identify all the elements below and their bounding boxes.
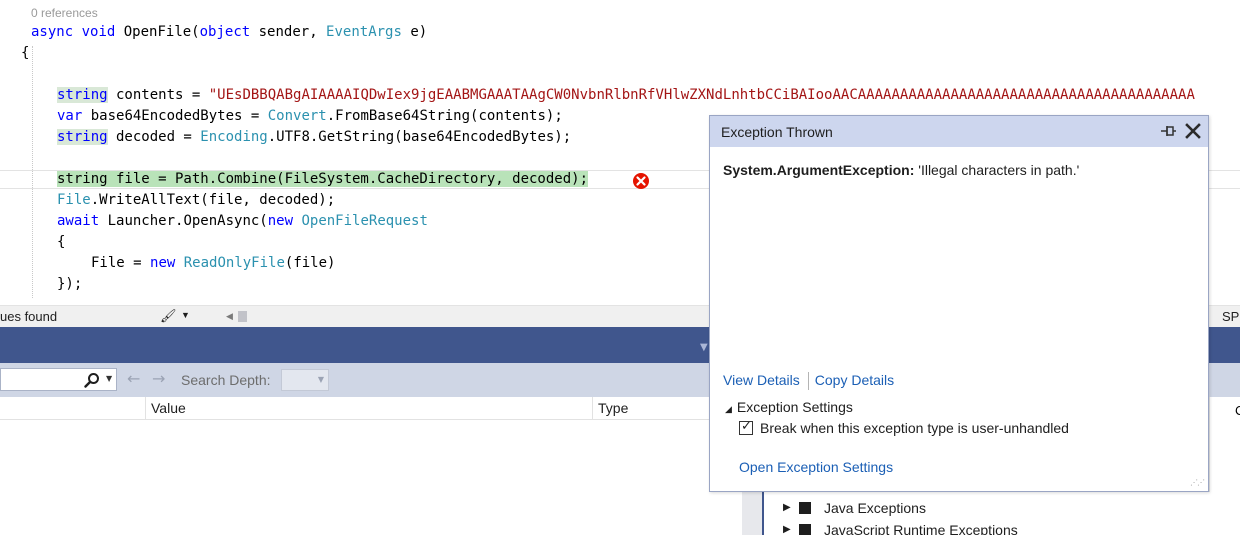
exception-settings-list: ▶ Java Exceptions ▶ JavaScript Runtime E…: [742, 492, 1210, 535]
codelens-references[interactable]: 0 references: [31, 6, 98, 20]
chevron-down-icon: ▼: [317, 375, 324, 384]
column-header-type[interactable]: Type: [598, 400, 628, 416]
link-separator: [807, 372, 809, 391]
exception-text: 'Illegal characters in path.': [914, 162, 1080, 178]
checkmark-icon: ✓: [741, 418, 752, 433]
break-when-unhandled-option[interactable]: ✓ Break when this exception type is user-…: [739, 418, 1069, 436]
expand-triangle-icon[interactable]: ▶: [783, 502, 791, 513]
search-depth-select[interactable]: ▼: [281, 369, 329, 391]
code-line-contents: string contents = "UEsDBBQABgAIAAAAIQDwI…: [57, 87, 1195, 103]
locals-grid-body[interactable]: [0, 420, 740, 535]
search-icon[interactable]: [84, 372, 100, 388]
collapse-triangle-icon[interactable]: ◢: [725, 404, 732, 414]
search-depth-label: Search Depth:: [181, 372, 271, 388]
current-statement: string file = Path.Combine(FileSystem.Ca…: [57, 171, 589, 187]
code-line-base64: var base64EncodedBytes = Convert.FromBas…: [57, 108, 563, 124]
error-icon[interactable]: [632, 172, 650, 190]
horizontal-scroll-thumb[interactable]: [238, 311, 247, 322]
list-item[interactable]: ▶ JavaScript Runtime Exceptions: [742, 520, 1210, 535]
checkbox-indeterminate[interactable]: [799, 524, 811, 535]
exception-settings-header[interactable]: ◢ Exception Settings: [725, 399, 853, 415]
close-icon[interactable]: [1185, 123, 1201, 139]
list-item[interactable]: ▶ Java Exceptions: [742, 498, 1210, 520]
open-exception-settings-link[interactable]: Open Exception Settings: [739, 459, 893, 475]
back-arrow-icon[interactable]: ←: [127, 369, 140, 388]
visual-studio-window: 0 references async void OpenFile(object …: [0, 0, 1240, 535]
code-line-brace-open: {: [21, 45, 30, 61]
checkbox-indeterminate[interactable]: [799, 502, 811, 514]
right-column: C: [1209, 397, 1240, 535]
popup-title-bar: Exception Thrown: [710, 116, 1208, 147]
brush-icon[interactable]: 🖌: [160, 308, 177, 324]
break-when-unhandled-label: Break when this exception type is user-u…: [760, 420, 1069, 436]
search-input[interactable]: ▼: [0, 368, 117, 391]
resize-grip-icon[interactable]: ⋰⋰: [1190, 478, 1205, 487]
code-line-brace-inner-open: {: [57, 234, 66, 250]
code-line-current-statement: string file = Path.Combine(FileSystem.Ca…: [57, 169, 589, 190]
code-line-decoded: string decoded = Encoding.UTF8.GetString…: [57, 129, 572, 145]
issues-indicator[interactable]: ues found: [0, 309, 57, 324]
code-line-launcher: await Launcher.OpenAsync(new OpenFileReq…: [57, 213, 428, 229]
pin-icon[interactable]: [1161, 124, 1177, 138]
exception-helper-popup: Exception Thrown System.ArgumentExceptio…: [709, 115, 1209, 492]
details-links: View Details Copy Details: [723, 372, 894, 392]
scroll-left-icon[interactable]: ◀: [226, 311, 233, 322]
exception-message: System.ArgumentException: 'Illegal chara…: [723, 162, 1193, 178]
forward-arrow-icon[interactable]: →: [152, 369, 165, 388]
code-line-writealltext: File.WriteAllText(file, decoded);: [57, 192, 336, 208]
popup-title: Exception Thrown: [721, 124, 833, 140]
code-line-brace-inner-close: });: [57, 276, 83, 292]
view-details-link[interactable]: View Details: [723, 372, 800, 388]
code-line-signature: async void OpenFile(object sender, Event…: [31, 24, 428, 40]
column-header-value[interactable]: Value: [151, 400, 186, 416]
chevron-down-icon[interactable]: ▼: [181, 310, 190, 320]
code-line-file-assign: File = new ReadOnlyFile(file): [91, 255, 336, 271]
copy-details-link[interactable]: Copy Details: [815, 372, 894, 388]
chevron-down-icon[interactable]: ▼: [700, 342, 708, 353]
column-separator[interactable]: [592, 397, 593, 419]
search-options-chevron-icon[interactable]: ▼: [106, 374, 112, 383]
status-right-label: SP: [1222, 309, 1240, 324]
right-column-header: C: [1235, 403, 1240, 418]
exception-type: System.ArgumentException:: [723, 162, 915, 178]
break-when-unhandled-checkbox[interactable]: ✓: [739, 418, 753, 435]
expand-triangle-icon[interactable]: ▶: [783, 524, 791, 535]
column-separator[interactable]: [145, 397, 146, 419]
